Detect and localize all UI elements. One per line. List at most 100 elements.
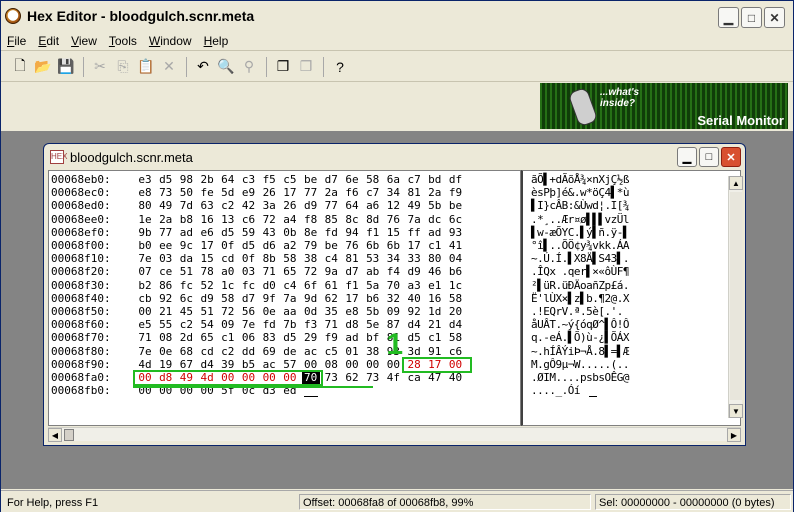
hex-byte[interactable]: 2b	[198, 173, 216, 186]
hex-byte[interactable]: 13	[219, 213, 237, 226]
hex-byte[interactable]: bf	[364, 331, 382, 344]
hex-byte[interactable]: 32	[384, 292, 402, 305]
hex-byte[interactable]: 76	[384, 213, 402, 226]
document-title-bar[interactable]: HEX bloodgulch.scnr.meta ▁ □ ✕	[44, 144, 745, 170]
hex-byte[interactable]: 09	[219, 318, 237, 331]
hex-byte[interactable]: b2	[136, 279, 154, 292]
hex-byte[interactable]: c2	[177, 318, 195, 331]
hex-byte[interactable]: 52	[198, 279, 216, 292]
hex-byte[interactable]: 45	[177, 305, 195, 318]
hex-byte[interactable]: f3	[302, 318, 320, 331]
hex-byte[interactable]: 9b	[136, 226, 154, 239]
hex-byte[interactable]: 71	[260, 265, 278, 278]
help-icon[interactable]: ?	[329, 56, 351, 78]
hex-byte[interactable]: 53	[364, 252, 382, 265]
ascii-row[interactable]: ▌w-æÕYC.▌ý▌ñ.ÿ-▌	[531, 226, 629, 239]
ascii-row[interactable]: M.gÔ9µ¬W.....(..	[531, 358, 629, 371]
hex-byte[interactable]: 7b	[281, 318, 299, 331]
hex-byte[interactable]: b6	[447, 265, 465, 278]
hex-byte[interactable]: ac	[260, 358, 278, 371]
hex-row[interactable]: 00068ef0: 9b 77 ad e6 d5 59 43 0b 8e fd 94 f1 15 ff ad 9…	[49, 226, 519, 239]
menu-file[interactable]: File	[7, 34, 26, 48]
hex-pane[interactable]: 00068eb0: e3 d5 98 2b 64 c3 f5 c5 be d7 6e 58 6a c7 bd d…	[48, 170, 521, 426]
open-folder-icon[interactable]: 📂	[32, 56, 54, 78]
hex-byte[interactable]: 51	[198, 305, 216, 318]
hex-byte[interactable]: 3a	[260, 199, 278, 212]
hex-byte[interactable]: 61	[322, 279, 340, 292]
window-icon[interactable]: ❐	[272, 56, 294, 78]
scroll-down-arrow-icon[interactable]: ▼	[729, 404, 743, 418]
hex-byte[interactable]: 29	[302, 331, 320, 344]
hex-byte[interactable]: 08	[157, 331, 175, 344]
hex-byte[interactable]: 77	[302, 186, 320, 199]
hex-byte[interactable]: dc	[426, 213, 444, 226]
hex-byte[interactable]: c3	[240, 173, 258, 186]
hex-byte[interactable]: 00	[302, 358, 320, 371]
hex-byte[interactable]: 4d	[136, 358, 154, 371]
hex-byte[interactable]: 0e	[260, 305, 278, 318]
hex-byte[interactable]: a0	[219, 265, 237, 278]
hex-byte[interactable]: 2a	[426, 186, 444, 199]
hex-byte[interactable]: 58	[447, 331, 465, 344]
menu-tools[interactable]: Tools	[109, 34, 137, 48]
hex-byte[interactable]: 00	[136, 305, 154, 318]
hex-byte[interactable]: de	[281, 345, 299, 358]
hex-byte[interactable]: d5	[219, 226, 237, 239]
hex-byte[interactable]: a2	[281, 239, 299, 252]
hex-byte[interactable]: ac	[302, 345, 320, 358]
hex-row[interactable]: 00068ed0: 80 49 7d 63 c2 42 3a 26 d9 77 64 a6 12 49 5b b…	[49, 199, 519, 212]
hex-byte[interactable]: 92	[405, 305, 423, 318]
hex-byte[interactable]: 40	[405, 292, 423, 305]
hex-byte[interactable]: 35	[322, 305, 340, 318]
hex-byte[interactable]: 7a	[405, 213, 423, 226]
hex-byte[interactable]: 68	[177, 345, 195, 358]
hex-byte[interactable]: 15	[384, 226, 402, 239]
hex-byte[interactable]: 49	[157, 199, 175, 212]
hex-byte[interactable]: 63	[198, 199, 216, 212]
hex-byte[interactable]: 8b	[260, 252, 278, 265]
scroll-left-arrow-icon[interactable]: ◀	[48, 428, 62, 442]
hex-byte[interactable]: 59	[240, 226, 258, 239]
hex-byte[interactable]: 16	[426, 292, 444, 305]
hex-byte[interactable]: c2	[219, 345, 237, 358]
menu-help[interactable]: Help	[204, 34, 229, 48]
hex-byte[interactable]: f8	[302, 213, 320, 226]
hex-row[interactable]: 00068f40: cb 92 6c d9 58 d7 9f 7a 9d 62 17 b6 32 40 16 5…	[49, 292, 519, 305]
hex-byte[interactable]: 6b	[364, 239, 382, 252]
hex-byte[interactable]: 6c	[177, 292, 195, 305]
hex-byte[interactable]: 0d	[302, 305, 320, 318]
ascii-pane[interactable]: ãÕ▌+dÃõÅ¾×nXjÇ½ß èsPþ]é&.w*öÇ4▌*ù ▌I}cÂB:&…	[521, 170, 741, 426]
hex-byte[interactable]: 03	[157, 252, 175, 265]
hex-byte[interactable]: 08	[322, 358, 340, 371]
hex-byte[interactable]: 93	[447, 226, 465, 239]
hex-byte[interactable]: ad	[426, 226, 444, 239]
hex-byte[interactable]: 73	[364, 371, 382, 384]
hex-byte[interactable]: 7d	[177, 199, 195, 212]
hex-byte[interactable]: c4	[281, 279, 299, 292]
hex-byte[interactable]: 72	[302, 265, 320, 278]
undo-icon[interactable]: ↶	[192, 56, 214, 78]
hex-byte[interactable]: 50	[177, 186, 195, 199]
hex-byte[interactable]: 94	[343, 226, 361, 239]
ascii-row[interactable]: åUÂT.~ý{óqØ^▌Ô!Ô	[531, 318, 629, 331]
save-icon[interactable]: 💾	[55, 56, 77, 78]
hex-byte[interactable]: 5b	[426, 199, 444, 212]
hex-byte[interactable]: 33	[405, 252, 423, 265]
horizontal-scrollbar[interactable]: ◀ ▶	[48, 427, 741, 442]
hex-byte[interactable]: 73	[157, 186, 175, 199]
hex-byte[interactable]: 72	[260, 213, 278, 226]
hex-byte[interactable]: 55	[157, 318, 175, 331]
hex-byte[interactable]: f4	[384, 265, 402, 278]
hex-byte[interactable]: 1d	[426, 305, 444, 318]
hex-byte[interactable]: 26	[260, 186, 278, 199]
hex-byte[interactable]: f6	[343, 186, 361, 199]
vertical-scrollbar[interactable]: ▲ ▼	[728, 176, 743, 418]
hex-byte[interactable]: be	[302, 173, 320, 186]
hex-byte[interactable]: 58	[281, 252, 299, 265]
hex-byte[interactable]: 2a	[157, 213, 175, 226]
hex-byte[interactable]: 46	[426, 265, 444, 278]
ascii-row[interactable]: .!EQrV.ª.5è[.'.	[531, 305, 629, 318]
hex-byte[interactable]: dd	[240, 345, 258, 358]
hex-byte[interactable]: 0f	[240, 252, 258, 265]
hex-row[interactable]: 00068f50: 00 21 45 51 72 56 0e aa 0d 35 e8 5b 09 92 1d 2…	[49, 305, 519, 318]
